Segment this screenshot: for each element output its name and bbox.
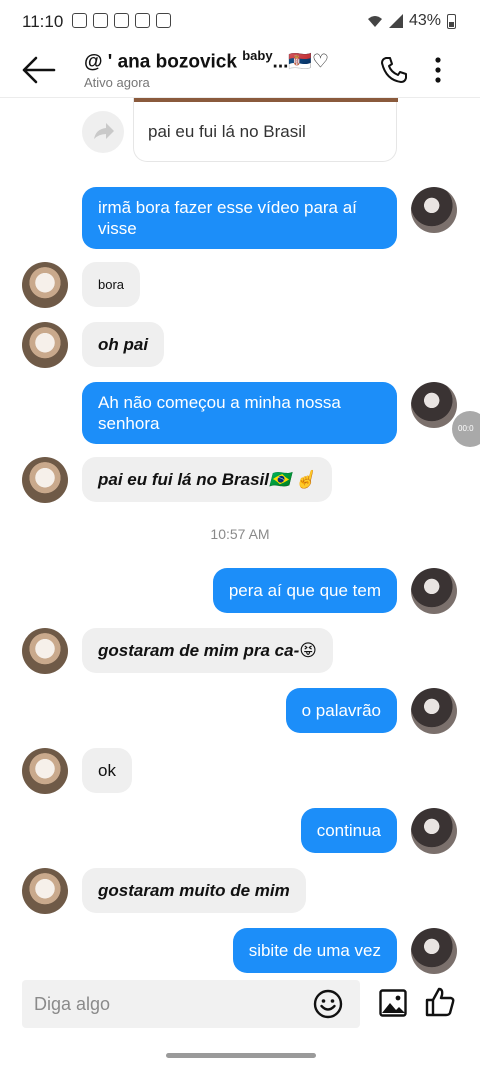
- back-arrow-icon[interactable]: [20, 52, 60, 88]
- more-vertical-icon[interactable]: [428, 52, 448, 88]
- message-outgoing[interactable]: sibite de uma vez: [232, 928, 397, 973]
- floating-video-chip[interactable]: 00:0: [452, 411, 480, 447]
- contact-name[interactable]: @ ' ana bozovick baby...🇷🇸♡: [84, 48, 329, 73]
- avatar[interactable]: [22, 748, 68, 794]
- notification-icon: [93, 13, 108, 28]
- gesture-bar[interactable]: [166, 1053, 316, 1058]
- notification-icon: [114, 13, 129, 28]
- notification-icon: [72, 13, 87, 28]
- phone-icon[interactable]: [378, 54, 410, 86]
- avatar[interactable]: [411, 808, 457, 854]
- share-button[interactable]: [82, 111, 124, 153]
- avatar[interactable]: [411, 688, 457, 734]
- shared-post-caption: pai eu fui lá no Brasil: [148, 122, 306, 141]
- avatar[interactable]: [22, 322, 68, 368]
- message-input[interactable]: [34, 990, 304, 1018]
- notification-icons: [70, 13, 171, 28]
- message-incoming[interactable]: oh pai: [82, 322, 165, 367]
- message-composer: [22, 980, 360, 1028]
- active-status: Ativo agora: [84, 75, 150, 90]
- avatar[interactable]: [411, 928, 457, 974]
- message-outgoing[interactable]: Ah não começou a minha nossa senhora: [82, 382, 397, 444]
- avatar[interactable]: [22, 628, 68, 674]
- status-bar: 11:10 43%: [0, 0, 480, 44]
- wifi-icon: [367, 16, 382, 27]
- message-incoming[interactable]: gostaram de mim pra ca-😝: [82, 628, 333, 673]
- message-incoming[interactable]: bora: [82, 262, 141, 307]
- share-arrow-icon: [94, 123, 114, 139]
- message-incoming[interactable]: gostaram muito de mim: [82, 868, 306, 913]
- message-timestamp: 10:57 AM: [210, 526, 270, 542]
- thumbs-up-icon[interactable]: [424, 986, 456, 1018]
- emoji-icon[interactable]: [312, 988, 344, 1020]
- battery-percent: 43%: [408, 12, 441, 29]
- avatar[interactable]: [22, 868, 68, 914]
- avatar[interactable]: [411, 187, 457, 233]
- contact-name-sup: baby: [242, 48, 273, 63]
- contact-name-text: @ ' ana bozovick: [84, 51, 237, 73]
- message-incoming[interactable]: ok: [82, 748, 132, 793]
- status-time: 11:10: [22, 12, 64, 31]
- signal-icon: [388, 14, 403, 28]
- shared-post-thumbnail: [134, 98, 398, 102]
- notification-icon: [135, 13, 150, 28]
- image-icon[interactable]: [378, 988, 408, 1018]
- notification-icon: [156, 13, 171, 28]
- message-outgoing[interactable]: irmã bora fazer esse vídeo para aí visse: [82, 187, 397, 249]
- message-outgoing[interactable]: continua: [300, 808, 397, 853]
- avatar[interactable]: [22, 262, 68, 308]
- battery-icon: [447, 13, 456, 29]
- shared-post-card[interactable]: pai eu fui lá no Brasil: [133, 98, 398, 162]
- avatar[interactable]: [22, 457, 68, 503]
- avatar[interactable]: [411, 382, 457, 428]
- message-incoming[interactable]: pai eu fui lá no Brasil🇧🇷 ☝️: [82, 457, 333, 502]
- avatar[interactable]: [411, 568, 457, 614]
- contact-name-tail: ...🇷🇸♡: [272, 51, 330, 73]
- message-feed[interactable]: pai eu fui lá no Brasil irmã bora fazer …: [0, 98, 480, 974]
- message-outgoing[interactable]: pera aí que que tem: [212, 568, 397, 613]
- chat-header: @ ' ana bozovick baby...🇷🇸♡ Ativo agora: [0, 44, 480, 98]
- message-outgoing[interactable]: o palavrão: [285, 688, 397, 733]
